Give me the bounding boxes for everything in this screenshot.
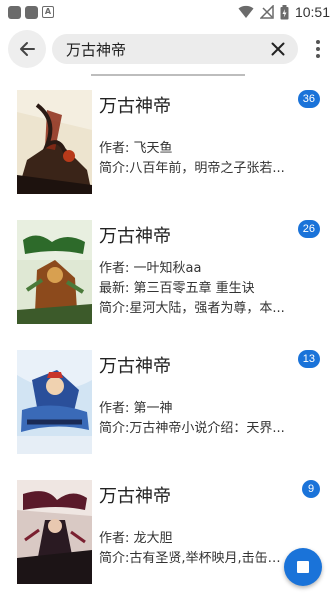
book-author: 作者: 飞天鱼 xyxy=(99,141,173,156)
stop-icon xyxy=(297,561,309,573)
close-icon xyxy=(271,42,285,56)
search-results-list: 万古神帝 作者: 飞天鱼 简介:八百年前，明帝之子张若... 36 万古神帝 作… xyxy=(0,86,336,600)
arrow-back-icon xyxy=(20,42,35,56)
book-cover xyxy=(17,90,92,194)
search-input[interactable] xyxy=(66,40,268,58)
drag-divider xyxy=(91,74,245,76)
book-title: 万古神帝 xyxy=(99,226,171,247)
no-signal-icon xyxy=(259,5,274,19)
book-author: 作者: 第一神 xyxy=(99,401,173,416)
book-latest-chapter: 最新: 第三百零五章 重生诀 xyxy=(99,281,255,296)
a-notification-icon: A xyxy=(42,6,54,18)
list-item[interactable]: 万古神帝 作者: 龙大胆 简介:古有圣贤,举杯映月,击缶而... 9 xyxy=(0,476,336,600)
book-author: 作者: 龙大胆 xyxy=(99,531,173,546)
book-intro: 简介:八百年前，明帝之子张若... xyxy=(99,161,285,176)
chapter-count-badge: 13 xyxy=(297,350,320,368)
app-notification-icon xyxy=(25,5,38,19)
book-cover xyxy=(17,220,92,324)
battery-icon xyxy=(280,4,289,19)
back-button[interactable] xyxy=(8,30,46,68)
notification-icons: A xyxy=(8,5,54,19)
more-vert-icon xyxy=(316,40,320,44)
list-item[interactable]: 万古神帝 作者: 第一神 简介:万古神帝小说介绍：天界... 13 xyxy=(0,346,336,476)
book-title: 万古神帝 xyxy=(99,356,171,377)
clock: 10:51 xyxy=(294,4,330,20)
wifi-icon xyxy=(238,5,254,18)
book-cover xyxy=(17,480,92,584)
system-icons: 10:51 xyxy=(238,4,330,20)
clear-search-button[interactable] xyxy=(268,39,288,59)
chapter-count-badge: 26 xyxy=(297,220,320,238)
book-intro: 简介:万古神帝小说介绍：天界... xyxy=(99,421,285,436)
book-intro: 简介:古有圣贤,举杯映月,击缶而... xyxy=(99,551,289,566)
chapter-count-badge: 9 xyxy=(302,480,320,498)
status-bar: A 10:51 xyxy=(0,0,336,24)
more-vert-button[interactable] xyxy=(310,37,326,61)
book-title: 万古神帝 xyxy=(99,96,171,117)
chapter-count-badge: 36 xyxy=(297,90,320,108)
book-author: 作者: 一叶知秋aa xyxy=(99,261,202,276)
search-toolbar xyxy=(0,28,336,70)
book-intro: 简介:星河大陆，强者为尊，本... xyxy=(99,301,285,316)
list-item[interactable]: 万古神帝 作者: 一叶知秋aa 最新: 第三百零五章 重生诀 简介:星河大陆，强… xyxy=(0,216,336,346)
book-title: 万古神帝 xyxy=(99,486,171,507)
book-cover xyxy=(17,350,92,454)
search-box xyxy=(52,34,298,64)
stop-search-button[interactable] xyxy=(284,548,322,586)
list-item[interactable]: 万古神帝 作者: 飞天鱼 简介:八百年前，明帝之子张若... 36 xyxy=(0,86,336,216)
app-notification-icon xyxy=(8,5,21,19)
